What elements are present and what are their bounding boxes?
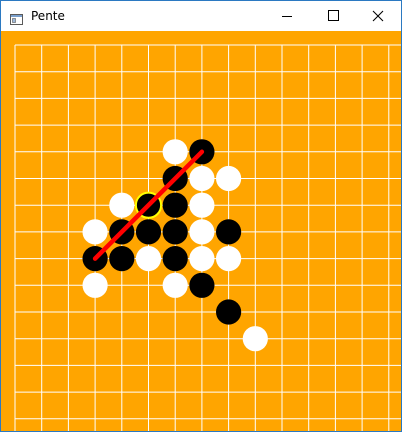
white-stone — [216, 165, 242, 192]
black-stone — [109, 246, 135, 272]
black-stone — [216, 299, 242, 325]
white-stone — [109, 192, 135, 218]
black-stone — [162, 192, 188, 218]
white-stone — [189, 192, 215, 218]
app-window-icon — [10, 10, 23, 25]
maximize-button[interactable] — [310, 1, 356, 31]
white-stone — [216, 246, 242, 272]
white-stone — [242, 326, 268, 352]
window-title: Pente — [31, 9, 65, 23]
minimize-icon — [282, 16, 292, 17]
white-stone — [162, 139, 188, 165]
pente-window: Pente — [0, 0, 402, 432]
white-stone — [135, 246, 162, 272]
black-stone — [216, 219, 242, 245]
white-stone — [162, 272, 188, 298]
white-stone — [189, 165, 215, 192]
white-stone — [82, 272, 108, 298]
minimize-button[interactable] — [264, 1, 310, 31]
black-stone — [189, 272, 215, 298]
black-stone — [162, 246, 188, 272]
close-icon — [372, 10, 384, 22]
black-stone — [135, 219, 162, 245]
white-stone — [189, 219, 215, 245]
white-stone — [189, 246, 215, 272]
close-button[interactable] — [355, 1, 401, 31]
black-stone — [162, 219, 188, 245]
maximize-icon — [328, 10, 339, 21]
pente-board[interactable] — [1, 31, 401, 431]
title-bar[interactable]: Pente — [1, 1, 401, 31]
game-area — [1, 31, 401, 431]
white-stone — [82, 219, 108, 245]
